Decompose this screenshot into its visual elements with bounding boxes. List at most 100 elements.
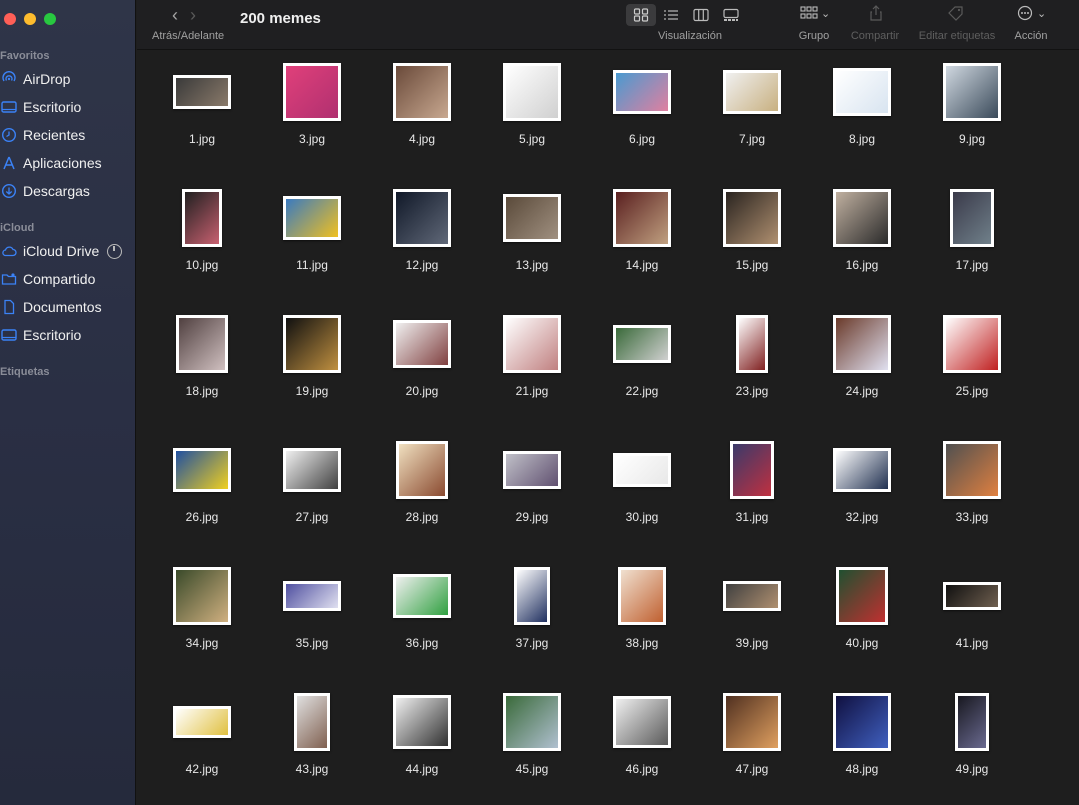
- file-item[interactable]: 25.jpg: [917, 303, 1027, 403]
- action-button[interactable]: ⌄: [1016, 5, 1046, 21]
- sidebar-item-escritorio[interactable]: Escritorio: [0, 94, 134, 120]
- sidebar-item-compartido[interactable]: Compartido: [0, 266, 134, 292]
- sidebar-item-descargas[interactable]: Descargas: [0, 178, 134, 204]
- tags-header[interactable]: Etiquetas: [0, 366, 50, 378]
- icon-view-button[interactable]: [626, 4, 656, 26]
- file-name: 6.jpg: [628, 132, 656, 146]
- group-button[interactable]: ⌄: [800, 5, 830, 21]
- grid-icon: [633, 8, 649, 22]
- file-thumbnail: [955, 693, 989, 751]
- file-name: 14.jpg: [625, 258, 659, 272]
- file-thumbnail: [396, 441, 448, 499]
- file-item[interactable]: 26.jpg: [147, 429, 257, 529]
- file-item[interactable]: 17.jpg: [917, 177, 1027, 277]
- sidebar-item-icloud-drive[interactable]: iCloud Drive: [0, 238, 134, 264]
- sidebar: Favoritos AirDrop Escritorio Recientes A…: [0, 0, 136, 805]
- file-item[interactable]: 14.jpg: [587, 177, 697, 277]
- file-thumbnail: [176, 315, 228, 373]
- file-item[interactable]: 44.jpg: [367, 681, 477, 781]
- file-thumbnail: [173, 75, 231, 109]
- share-label: Compartir: [850, 30, 900, 42]
- file-item[interactable]: 8.jpg: [807, 51, 917, 151]
- file-item[interactable]: 43.jpg: [257, 681, 367, 781]
- file-item[interactable]: 38.jpg: [587, 555, 697, 655]
- file-item[interactable]: 1.jpg: [147, 51, 257, 151]
- file-item[interactable]: 5.jpg: [477, 51, 587, 151]
- file-thumbnail: [836, 567, 888, 625]
- column-view-button[interactable]: [686, 4, 716, 26]
- file-item[interactable]: 35.jpg: [257, 555, 367, 655]
- file-item[interactable]: 4.jpg: [367, 51, 477, 151]
- file-item[interactable]: 13.jpg: [477, 177, 587, 277]
- file-item[interactable]: 21.jpg: [477, 303, 587, 403]
- file-item[interactable]: 45.jpg: [477, 681, 587, 781]
- file-item[interactable]: 7.jpg: [697, 51, 807, 151]
- sidebar-item-escritorio-icloud[interactable]: Escritorio: [0, 322, 134, 348]
- share-button[interactable]: [867, 5, 885, 21]
- file-item[interactable]: 16.jpg: [807, 177, 917, 277]
- sidebar-item-aplicaciones[interactable]: Aplicaciones: [0, 150, 134, 176]
- file-item[interactable]: 3.jpg: [257, 51, 367, 151]
- file-item[interactable]: 39.jpg: [697, 555, 807, 655]
- file-item[interactable]: 10.jpg: [147, 177, 257, 277]
- file-name: 37.jpg: [515, 636, 549, 650]
- file-item[interactable]: 48.jpg: [807, 681, 917, 781]
- file-item[interactable]: 23.jpg: [697, 303, 807, 403]
- file-thumbnail: [950, 189, 994, 247]
- file-name: 13.jpg: [515, 258, 549, 272]
- file-item[interactable]: 40.jpg: [807, 555, 917, 655]
- list-view-button[interactable]: [656, 4, 686, 26]
- file-item[interactable]: 36.jpg: [367, 555, 477, 655]
- sidebar-item-airdrop[interactable]: AirDrop: [0, 66, 134, 92]
- favorites-header: Favoritos: [0, 50, 50, 62]
- file-item[interactable]: 27.jpg: [257, 429, 367, 529]
- file-item[interactable]: 42.jpg: [147, 681, 257, 781]
- file-item[interactable]: 30.jpg: [587, 429, 697, 529]
- file-item[interactable]: 22.jpg: [587, 303, 697, 403]
- close-window-button[interactable]: [4, 13, 16, 25]
- applications-icon: [0, 154, 18, 172]
- edit-tags-button[interactable]: [947, 5, 965, 21]
- file-item[interactable]: 41.jpg: [917, 555, 1027, 655]
- group-grid-icon: [800, 6, 818, 19]
- file-item[interactable]: 31.jpg: [697, 429, 807, 529]
- minimize-window-button[interactable]: [24, 13, 36, 25]
- file-item[interactable]: 20.jpg: [367, 303, 477, 403]
- file-item[interactable]: 11.jpg: [257, 177, 367, 277]
- file-item[interactable]: 15.jpg: [697, 177, 807, 277]
- file-item[interactable]: 9.jpg: [917, 51, 1027, 151]
- file-item[interactable]: 19.jpg: [257, 303, 367, 403]
- share-icon: [870, 5, 882, 21]
- file-name: 31.jpg: [735, 510, 769, 524]
- file-item[interactable]: 32.jpg: [807, 429, 917, 529]
- file-item[interactable]: 18.jpg: [147, 303, 257, 403]
- file-name: 46.jpg: [625, 762, 659, 776]
- file-item[interactable]: 46.jpg: [587, 681, 697, 781]
- file-item[interactable]: 47.jpg: [697, 681, 807, 781]
- file-name: 43.jpg: [295, 762, 329, 776]
- file-item[interactable]: 49.jpg: [917, 681, 1027, 781]
- file-item[interactable]: 28.jpg: [367, 429, 477, 529]
- gallery-view-button[interactable]: [716, 4, 746, 26]
- nav-label: Atrás/Adelante: [152, 30, 225, 42]
- file-name: 27.jpg: [295, 510, 329, 524]
- file-item[interactable]: 33.jpg: [917, 429, 1027, 529]
- forward-arrow-icon[interactable]: ›: [190, 5, 196, 26]
- file-item[interactable]: 6.jpg: [587, 51, 697, 151]
- desktop-icon: [0, 98, 18, 116]
- toolbar: ‹ › Atrás/Adelante 200 memes Visualizaci…: [137, 0, 1079, 50]
- file-thumbnail: [723, 189, 781, 247]
- file-item[interactable]: 29.jpg: [477, 429, 587, 529]
- sidebar-item-recientes[interactable]: Recientes: [0, 122, 134, 148]
- sidebar-item-label: Compartido: [23, 271, 96, 287]
- file-thumbnail: [503, 693, 561, 751]
- file-item[interactable]: 12.jpg: [367, 177, 477, 277]
- file-name: 29.jpg: [515, 510, 549, 524]
- file-item[interactable]: 34.jpg: [147, 555, 257, 655]
- file-name: 21.jpg: [515, 384, 549, 398]
- back-arrow-icon[interactable]: ‹: [172, 5, 178, 26]
- sidebar-item-documentos[interactable]: Documentos: [0, 294, 134, 320]
- file-item[interactable]: 24.jpg: [807, 303, 917, 403]
- zoom-window-button[interactable]: [44, 13, 56, 25]
- file-item[interactable]: 37.jpg: [477, 555, 587, 655]
